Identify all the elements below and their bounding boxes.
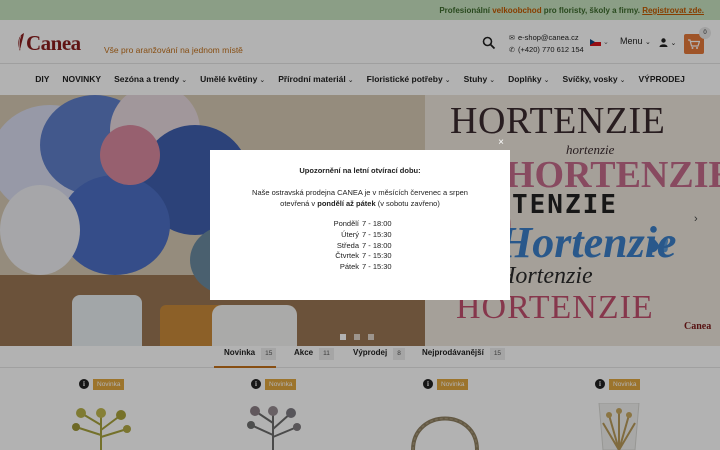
opening-hours-list: Pondělí 7 - 18:00 Úterý 7 - 15:30 Středa 7 …	[332, 219, 412, 273]
close-icon[interactable]: ×	[498, 137, 504, 148]
hours-row: Pondělí 7 - 18:00	[333, 219, 392, 228]
summer-hours-modal: × Upozornění na letní otvírací dobu: Naš…	[210, 137, 510, 300]
hours-row: Středa 7 - 18:00	[336, 240, 392, 250]
modal-title: Upozornění na letní otvírací dobu:	[299, 166, 421, 175]
modal-text: Naše ostravská prodejna CANEA je v měsíc…	[252, 188, 468, 208]
hours-row: Úterý 7 - 15:30	[341, 229, 392, 239]
hours-row: Čtvrtek 7 - 15:30	[335, 251, 392, 261]
hours-row: Pátek 7 - 15:30	[339, 262, 392, 272]
